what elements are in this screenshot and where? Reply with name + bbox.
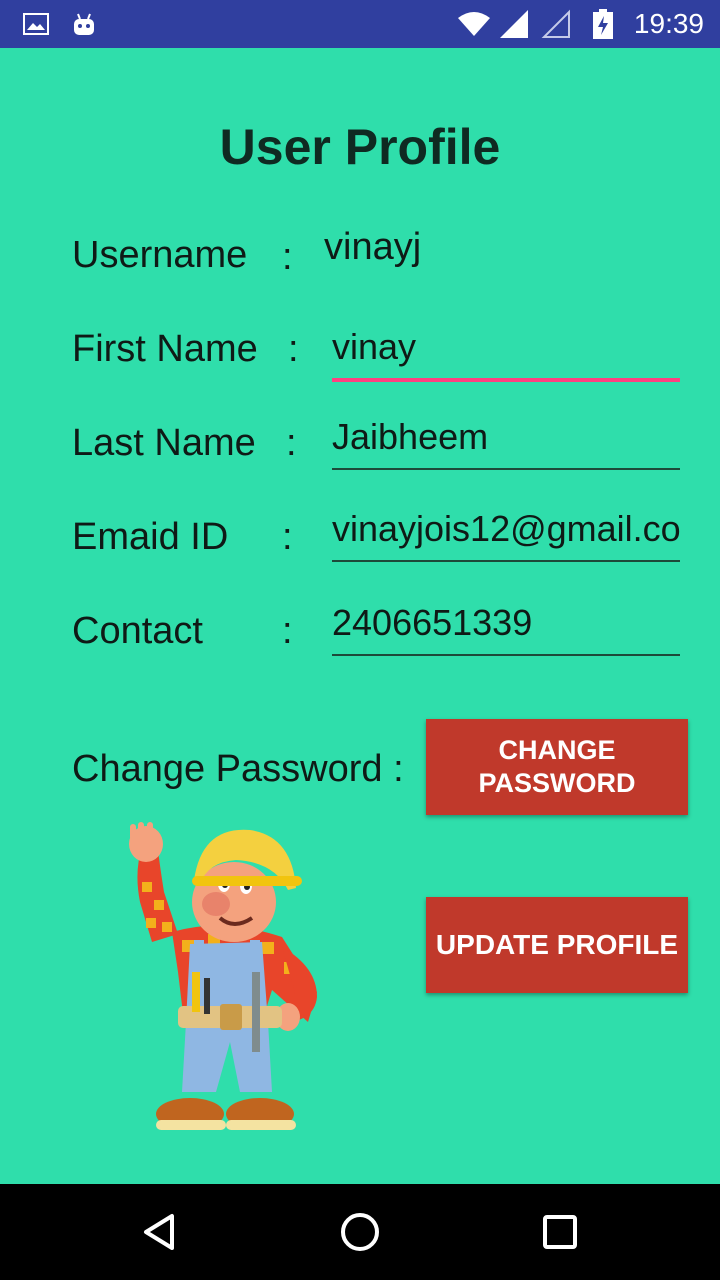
email-value: vinayjois12@gmail.co [332, 508, 680, 549]
email-field[interactable]: vinayjois12@gmail.co [332, 508, 680, 562]
username-value: vinayj [324, 226, 422, 268]
username-label: Username [72, 234, 248, 276]
builder-mascot-image [112, 822, 332, 1152]
change-password-button[interactable]: CHANGE PASSWORD [426, 719, 688, 815]
first-name-value: vinay [332, 326, 417, 367]
screen: 19:39 User Profile Username : vinayj Fir… [0, 0, 720, 1280]
wifi-icon [456, 0, 492, 48]
image-icon [22, 0, 50, 48]
recents-icon[interactable] [520, 1184, 600, 1280]
contact-field[interactable]: 2406651339 [332, 602, 680, 656]
first-name-colon: : [288, 328, 299, 370]
status-bar: 19:39 [0, 0, 720, 48]
last-name-colon: : [286, 422, 297, 464]
last-name-label: Last Name [72, 422, 256, 464]
email-colon: : [282, 516, 293, 558]
last-name-value: Jaibheem [332, 416, 489, 457]
first-name-field[interactable]: vinay [332, 326, 680, 382]
page-title: User Profile [219, 119, 501, 175]
status-time: 19:39 [633, 8, 704, 39]
contact-value: 2406651339 [332, 602, 533, 643]
first-name-label: First Name [72, 328, 258, 370]
contact-colon: : [282, 610, 293, 652]
change-password-button-line2: PASSWORD [478, 768, 636, 798]
email-label: Emaid ID [72, 516, 229, 558]
change-password-button-line1: CHANGE [498, 735, 616, 765]
last-name-field[interactable]: Jaibheem [332, 416, 680, 470]
signal-icon [498, 0, 530, 48]
home-icon[interactable] [320, 1184, 400, 1280]
navigation-bar [0, 1184, 720, 1280]
battery-charging-icon [592, 0, 614, 48]
android-icon [70, 0, 98, 48]
back-icon[interactable] [120, 1184, 200, 1280]
change-password-label: Change Password : [72, 748, 404, 790]
username-colon: : [282, 236, 293, 278]
update-profile-button[interactable]: UPDATE PROFILE [426, 897, 688, 993]
signal-empty-icon [540, 0, 572, 48]
contact-label: Contact [72, 610, 203, 652]
